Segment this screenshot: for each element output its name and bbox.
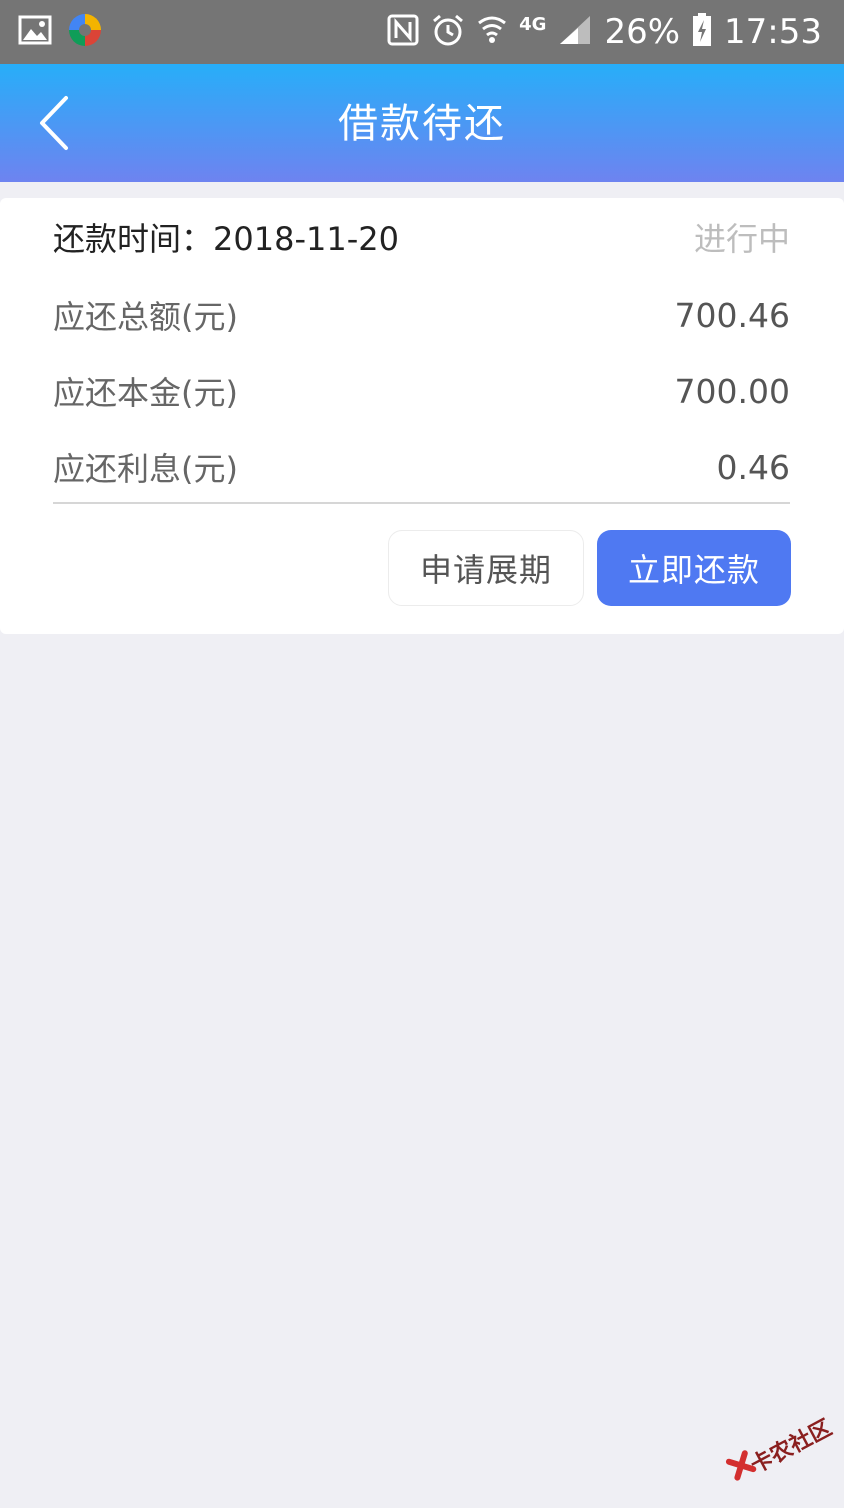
interest-due-value: 0.46	[716, 447, 790, 487]
page-title: 借款待还	[338, 101, 506, 147]
signal-icon	[558, 14, 592, 50]
wifi-icon	[477, 13, 507, 51]
total-due-value: 700.46	[674, 295, 790, 335]
battery-charging-icon	[692, 13, 712, 51]
principal-due-label: 应还本金(元)	[53, 374, 238, 412]
gallery-icon	[18, 15, 52, 49]
battery-percent: 26%	[604, 12, 681, 52]
total-due-row: 应还总额(元) 700.46	[53, 290, 790, 340]
repay-now-button[interactable]: 立即还款	[597, 530, 791, 606]
interest-due-label: 应还利息(元)	[53, 450, 238, 488]
alarm-icon	[431, 13, 465, 51]
app-header: 借款待还	[0, 64, 844, 182]
apply-extension-button[interactable]: 申请展期	[388, 530, 584, 606]
clock: 17:53	[724, 12, 822, 52]
principal-due-value: 700.00	[674, 371, 790, 411]
divider	[53, 502, 790, 504]
app-notification-icon	[66, 11, 104, 53]
total-due-label: 应还总额(元)	[53, 298, 238, 336]
principal-due-row: 应还本金(元) 700.00	[53, 366, 790, 416]
watermark-text: 卡农社区	[746, 1415, 837, 1479]
status-bar: 4G 26% 17:53	[0, 0, 844, 64]
loan-card: 还款时间：2018-11-20 进行中 应还总额(元) 700.46 应还本金(…	[0, 198, 844, 634]
watermark-logo: 卡农社区	[716, 1394, 844, 1507]
status-badge: 进行中	[693, 220, 790, 258]
interest-due-row: 应还利息(元) 0.46	[53, 442, 790, 492]
nfc-icon	[387, 14, 419, 50]
repayment-date: 还款时间：2018-11-20	[53, 220, 399, 258]
repayment-date-row: 还款时间：2018-11-20 进行中	[53, 212, 790, 262]
network-type-label: 4G	[519, 13, 547, 35]
